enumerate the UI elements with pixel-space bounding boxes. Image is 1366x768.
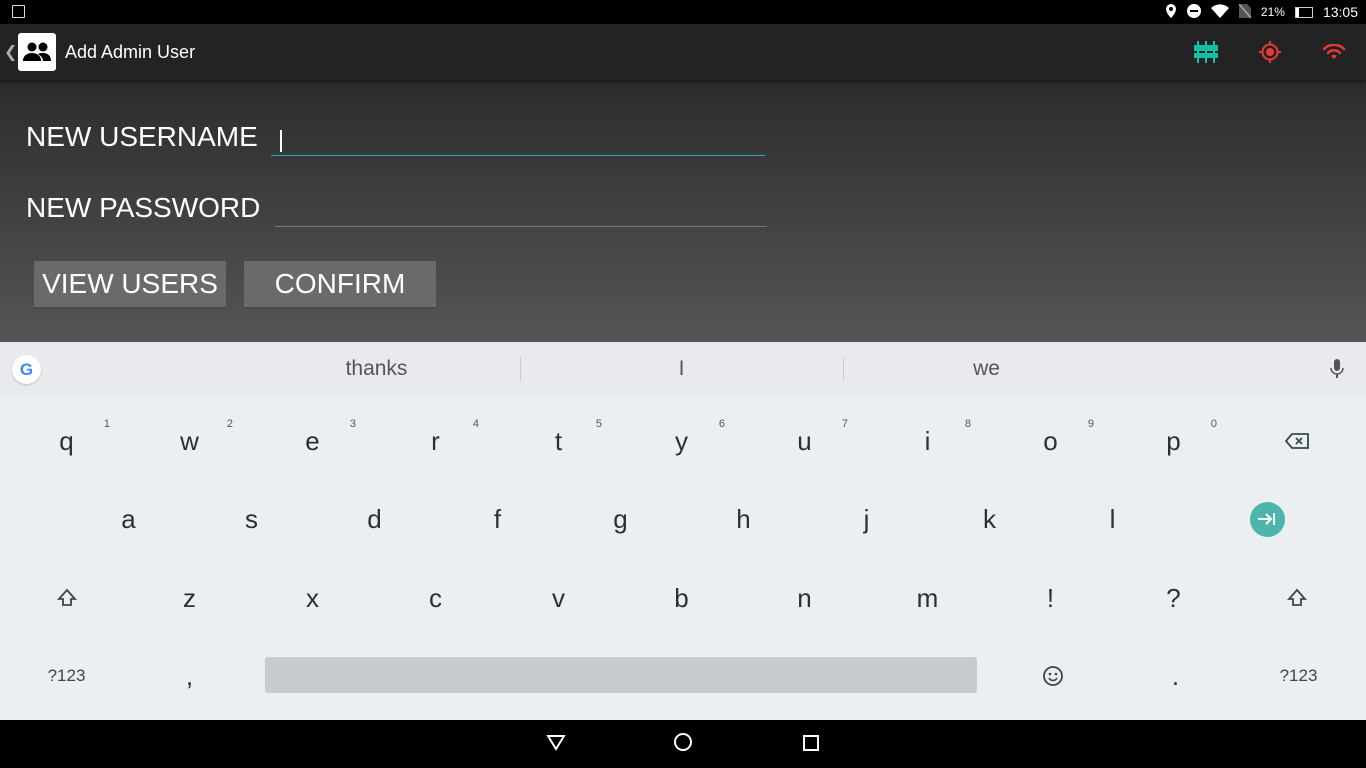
recents-square-icon[interactable] bbox=[802, 734, 820, 757]
password-label: NEW PASSWORD bbox=[26, 192, 261, 223]
key-hint: 8 bbox=[964, 418, 971, 430]
key-letter: q bbox=[59, 425, 74, 456]
key-letter: w bbox=[180, 425, 199, 456]
key-?[interactable]: ? bbox=[1112, 559, 1235, 637]
next-field-icon bbox=[1249, 501, 1285, 537]
target-icon[interactable] bbox=[1238, 41, 1302, 63]
form-area: NEW USERNAME NEW PASSWORD VIEW USERS CON… bbox=[0, 80, 1366, 342]
key-hint: 2 bbox=[226, 418, 233, 430]
back-chevron-icon[interactable]: ❮ bbox=[4, 42, 18, 62]
key-hint: 9 bbox=[1087, 418, 1094, 430]
key-c[interactable]: c bbox=[374, 559, 497, 637]
battery-percent: 21% bbox=[1260, 5, 1285, 19]
key-o[interactable]: o9 bbox=[989, 402, 1112, 480]
key-p[interactable]: p0 bbox=[1112, 402, 1235, 480]
google-icon[interactable]: G bbox=[12, 355, 41, 384]
key-hint: 1 bbox=[103, 418, 110, 430]
suggestion-strip: G thanks I we bbox=[0, 342, 1366, 396]
key-hint: 6 bbox=[718, 418, 725, 430]
screenshot-notification-icon bbox=[12, 5, 25, 18]
wifi-icon bbox=[1210, 3, 1229, 21]
password-input[interactable] bbox=[275, 197, 767, 227]
symbols-key[interactable]: ?123 bbox=[5, 637, 128, 715]
view-users-button[interactable]: VIEW USERS bbox=[34, 261, 226, 309]
status-bar: 21% 13:05 bbox=[0, 0, 1366, 24]
suggestion[interactable]: we bbox=[825, 342, 1148, 396]
key-t[interactable]: t5 bbox=[497, 402, 620, 480]
space-key[interactable] bbox=[265, 657, 977, 693]
key-m[interactable]: m bbox=[866, 559, 989, 637]
shift-icon bbox=[56, 588, 77, 606]
suggestion[interactable]: I bbox=[520, 342, 843, 396]
shift-key[interactable] bbox=[5, 559, 128, 637]
back-triangle-icon[interactable] bbox=[546, 732, 566, 757]
key-b[interactable]: b bbox=[620, 559, 743, 637]
key-letter: i bbox=[924, 425, 931, 456]
navigation-bar bbox=[0, 720, 1366, 768]
key-u[interactable]: u7 bbox=[743, 402, 866, 480]
username-input[interactable] bbox=[271, 126, 765, 156]
key-v[interactable]: v bbox=[497, 559, 620, 637]
key-hint: 3 bbox=[349, 418, 356, 430]
do-not-disturb-icon bbox=[1186, 3, 1201, 21]
key-letter: u bbox=[797, 425, 812, 456]
key-r[interactable]: r4 bbox=[374, 402, 497, 480]
page-title: Add Admin User bbox=[65, 41, 196, 62]
key-letter: p bbox=[1166, 425, 1181, 456]
key-letter: y bbox=[675, 425, 688, 456]
shift-key[interactable] bbox=[1235, 559, 1358, 637]
emoji-key[interactable] bbox=[991, 637, 1114, 715]
shift-icon bbox=[1286, 588, 1307, 606]
key-hint: 5 bbox=[595, 418, 602, 430]
suggestion[interactable]: thanks bbox=[215, 342, 538, 396]
confirm-button[interactable]: CONFIRM bbox=[244, 261, 436, 309]
wifi-signal-icon[interactable] bbox=[1302, 44, 1366, 60]
key-letter: e bbox=[305, 425, 320, 456]
key-l[interactable]: l bbox=[1051, 480, 1174, 558]
comma-key[interactable]: , bbox=[128, 637, 251, 715]
battery-icon bbox=[1294, 6, 1313, 18]
key-hint: 7 bbox=[841, 418, 848, 430]
key-d[interactable]: d bbox=[313, 480, 436, 558]
key-j[interactable]: j bbox=[805, 480, 928, 558]
clock: 13:05 bbox=[1322, 4, 1358, 20]
username-label: NEW USERNAME bbox=[26, 121, 258, 152]
key-i[interactable]: i8 bbox=[866, 402, 989, 480]
backspace-icon bbox=[1284, 433, 1309, 449]
app-bar: ❮ Add Admin User bbox=[0, 24, 1366, 80]
key-z[interactable]: z bbox=[128, 559, 251, 637]
key-g[interactable]: g bbox=[559, 480, 682, 558]
key-hint: 4 bbox=[472, 418, 479, 430]
period-key[interactable]: . bbox=[1114, 637, 1237, 715]
users-icon[interactable] bbox=[18, 33, 56, 71]
equalizer-icon[interactable] bbox=[1174, 41, 1238, 63]
emoji-icon bbox=[1042, 666, 1063, 686]
key-hint: 0 bbox=[1210, 418, 1217, 430]
key-a[interactable]: a bbox=[67, 480, 190, 558]
key-e[interactable]: e3 bbox=[251, 402, 374, 480]
key-s[interactable]: s bbox=[190, 480, 313, 558]
key-y[interactable]: y6 bbox=[620, 402, 743, 480]
backspace-key[interactable] bbox=[1235, 402, 1358, 480]
key-x[interactable]: x bbox=[251, 559, 374, 637]
symbols-key[interactable]: ?123 bbox=[1237, 637, 1360, 715]
key-letter: t bbox=[554, 425, 563, 456]
key-f[interactable]: f bbox=[436, 480, 559, 558]
microphone-icon[interactable] bbox=[1330, 359, 1344, 384]
key-n[interactable]: n bbox=[743, 559, 866, 637]
key-letter: r bbox=[431, 425, 440, 456]
location-icon bbox=[1165, 3, 1177, 21]
no-sim-icon bbox=[1238, 3, 1252, 21]
key-w[interactable]: w2 bbox=[128, 402, 251, 480]
key-letter: o bbox=[1043, 425, 1058, 456]
home-circle-icon[interactable] bbox=[673, 732, 693, 757]
keyboard: q1w2e3r4t5y6u7i8o9p0 asdfghjkl z x c v b n m!?… bbox=[0, 396, 1366, 720]
key-h[interactable]: h bbox=[682, 480, 805, 558]
key-k[interactable]: k bbox=[928, 480, 1051, 558]
key-q[interactable]: q1 bbox=[5, 402, 128, 480]
text-cursor bbox=[280, 130, 282, 152]
enter-key[interactable] bbox=[1174, 480, 1360, 558]
key-![interactable]: ! bbox=[989, 559, 1112, 637]
